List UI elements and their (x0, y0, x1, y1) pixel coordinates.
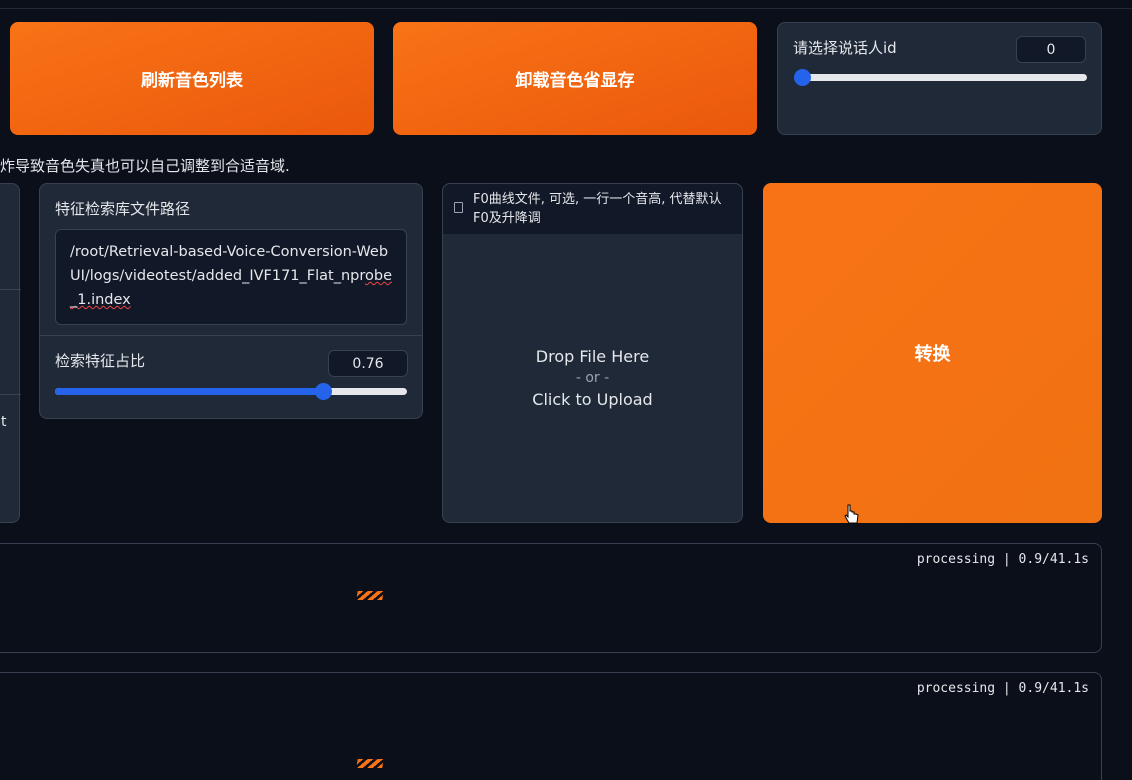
unload-voice-label: 卸载音色省显存 (515, 71, 635, 91)
left-partial-char: t (1, 414, 7, 430)
speaker-id-value: 0 (1046, 41, 1056, 58)
app-page: 刷新音色列表 卸载音色省显存 请选择说话人id 0 炸导致音色失真也可以自己调整… (0, 0, 1132, 780)
index-rate-slider-fill (55, 388, 323, 395)
index-path-divider (40, 335, 422, 336)
convert-button[interactable]: 转换 (763, 183, 1102, 523)
f0-drop-zone[interactable]: Drop File Here - or - Click to Upload (443, 234, 742, 522)
index-path-panel: 特征检索库文件路径 /root/Retrieval-based-Voice-Co… (39, 183, 423, 419)
unload-voice-button[interactable]: 卸载音色省显存 (393, 22, 757, 135)
index-rate-value: 0.76 (352, 355, 384, 372)
index-rate-input[interactable]: 0.76 (328, 350, 408, 377)
index-rate-slider[interactable] (55, 383, 407, 400)
output-panel-2: processing | 0.9/41.1s (0, 672, 1102, 780)
f0-file-header: F0曲线文件, 可选, 一行一个音高, 代替默认F0及升降调 (443, 184, 742, 234)
speaker-id-slider[interactable] (794, 69, 1087, 86)
speaker-id-label: 请选择说话人id (793, 39, 897, 57)
speaker-id-panel: 请选择说话人id 0 (777, 22, 1102, 135)
top-divider (0, 8, 1132, 9)
loading-indicator-icon (356, 591, 384, 600)
processing-status: processing | 0.9/41.1s (916, 681, 1089, 696)
drop-file-text: Drop File Here (535, 347, 650, 366)
speaker-id-input[interactable]: 0 (1016, 36, 1086, 63)
click-upload-text: Click to Upload (532, 390, 653, 409)
file-icon (454, 202, 463, 213)
hint-text: 炸导致音色失真也可以自己调整到合适音域. (0, 157, 290, 175)
index-rate-label: 检索特征占比 (55, 352, 146, 370)
speaker-id-slider-thumb[interactable] (794, 69, 811, 86)
processing-status: processing | 0.9/41.1s (916, 552, 1089, 567)
index-path-input[interactable]: /root/Retrieval-based-Voice-Conversion-W… (55, 229, 407, 325)
f0-file-panel: F0曲线文件, 可选, 一行一个音高, 代替默认F0及升降调 Drop File… (442, 183, 743, 523)
refresh-voice-list-button[interactable]: 刷新音色列表 (10, 22, 374, 135)
mouse-cursor-icon (844, 504, 859, 524)
or-text: - or - (575, 370, 610, 386)
f0-file-label: F0曲线文件, 可选, 一行一个音高, 代替默认F0及升降调 (473, 192, 722, 226)
convert-label: 转换 (914, 344, 951, 365)
index-path-text: /root/Retrieval-based-Voice-Conversion-W… (70, 244, 389, 284)
index-rate-slider-thumb[interactable] (314, 383, 332, 400)
refresh-voice-list-label: 刷新音色列表 (141, 71, 243, 91)
index-path-label: 特征检索库文件路径 (55, 200, 191, 218)
loading-indicator-icon (356, 759, 384, 768)
left-partial-panel: t (0, 183, 21, 523)
output-panel-1: processing | 0.9/41.1s (0, 543, 1102, 653)
left-partial-divider (0, 289, 21, 290)
left-partial-divider-2 (0, 394, 21, 395)
